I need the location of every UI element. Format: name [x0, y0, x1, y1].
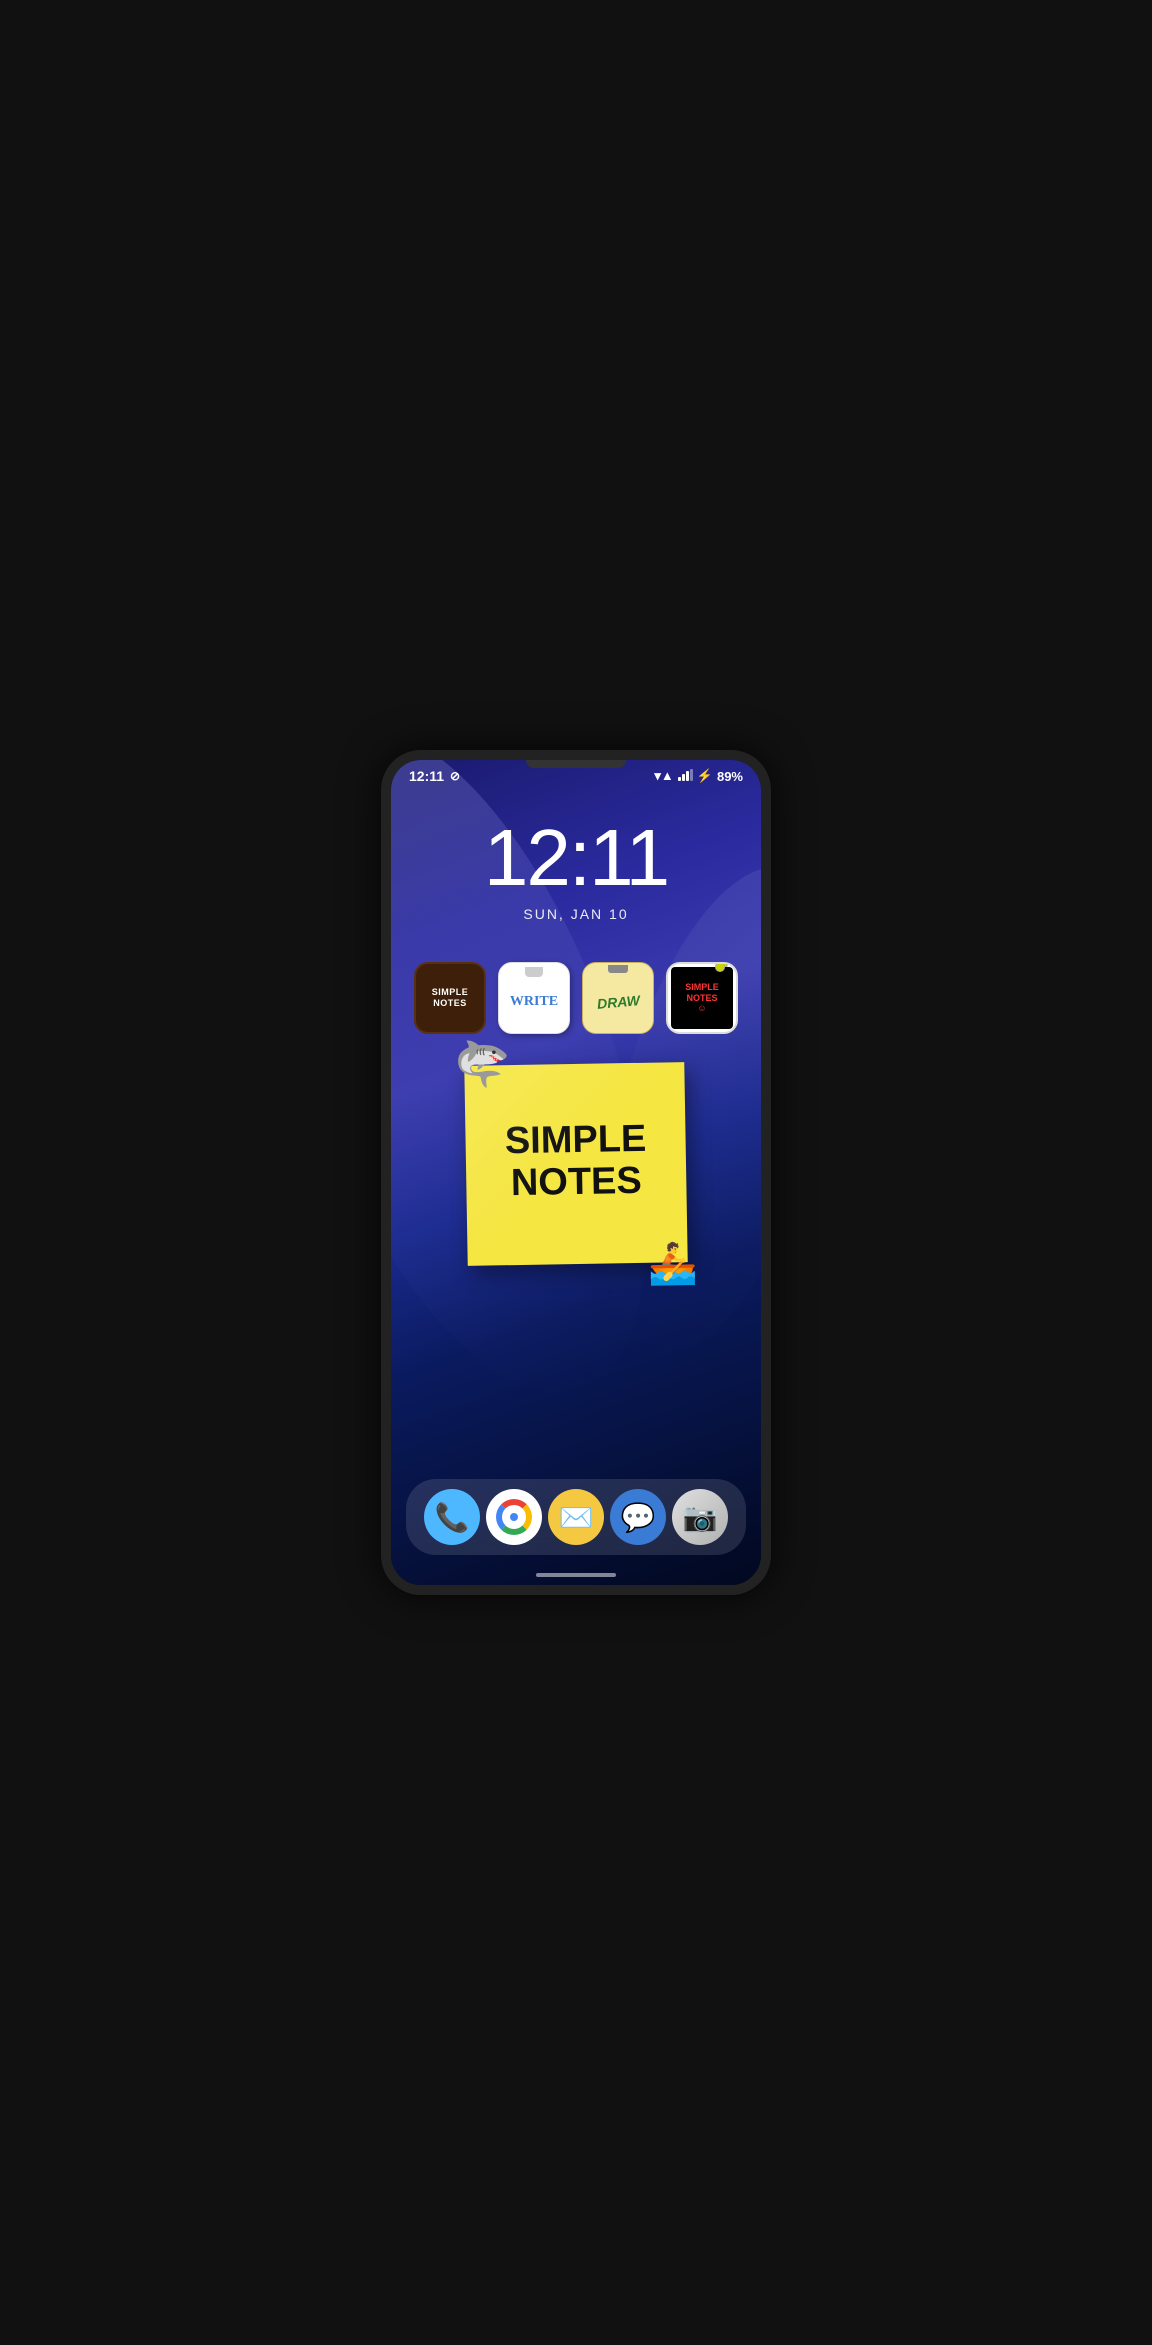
phone-notch [526, 760, 626, 768]
app-icon-draw[interactable]: DRAW [582, 962, 654, 1034]
camera-icon: 📷 [683, 1501, 718, 1534]
wallpaper: 12:11 ⊘ ▾▲ ⚡ 89% 12:11 SUN, [391, 760, 761, 1585]
status-time: 12:11 [409, 768, 444, 784]
dock-icon-camera[interactable]: 📷 [672, 1489, 728, 1545]
dock: 📞 ✉️ 💬 📷 [406, 1479, 746, 1555]
dock-icon-email[interactable]: ✉️ [548, 1489, 604, 1545]
clock-time: 12:11 [391, 818, 761, 898]
chrome-icon [496, 1499, 532, 1535]
app-label-simple-notes-dark: SIMPLENOTES [432, 987, 469, 1009]
status-right: ▾▲ ⚡ 89% [654, 768, 743, 784]
dock-icon-phone[interactable]: 📞 [424, 1489, 480, 1545]
app-icon-simple-notes-photo[interactable]: SIMPLENOTES☺ [666, 962, 738, 1034]
shark-decoration: 🦈 [454, 1037, 511, 1091]
phone-icon: 📞 [435, 1501, 470, 1534]
dock-icon-chrome[interactable] [486, 1489, 542, 1545]
app-label-simple-notes-photo: SIMPLENOTES☺ [685, 982, 719, 1014]
dock-icon-messages[interactable]: 💬 [610, 1489, 666, 1545]
signal-icon [678, 769, 693, 784]
status-left: 12:11 ⊘ [409, 768, 460, 784]
app-icon-simple-notes-dark[interactable]: SIMPLENOTES [414, 962, 486, 1034]
clock-section: 12:11 SUN, JAN 10 [391, 788, 761, 922]
phone-frame: 12:11 ⊘ ▾▲ ⚡ 89% 12:11 SUN, [381, 750, 771, 1595]
boat-decoration: 🚣 [648, 1240, 699, 1288]
dnd-icon: ⊘ [450, 769, 460, 783]
widget-text: SIMPLE NOTES [505, 1118, 648, 1204]
chrome-center [507, 1510, 521, 1524]
sticky-note-widget[interactable]: 🦈 SIMPLE NOTES 🚣 [464, 1062, 687, 1266]
messages-icon: 💬 [621, 1501, 656, 1534]
pin-decoration [715, 962, 725, 972]
email-icon: ✉️ [559, 1501, 594, 1534]
clock-date: SUN, JAN 10 [391, 906, 761, 922]
app-icon-write[interactable]: WRITE [498, 962, 570, 1034]
battery-percent: 89% [717, 769, 743, 784]
app-row: SIMPLENOTES WRITE DRAW SIMPLENOTES☺ [391, 922, 761, 1034]
home-indicator[interactable] [536, 1573, 616, 1577]
app-inner-simple-notes-photo: SIMPLENOTES☺ [671, 967, 733, 1029]
wifi-icon: ▾▲ [654, 768, 673, 784]
app-label-draw: DRAW [596, 992, 640, 1012]
battery-charging-icon: ⚡ [697, 768, 713, 784]
app-label-write: WRITE [510, 994, 558, 1010]
